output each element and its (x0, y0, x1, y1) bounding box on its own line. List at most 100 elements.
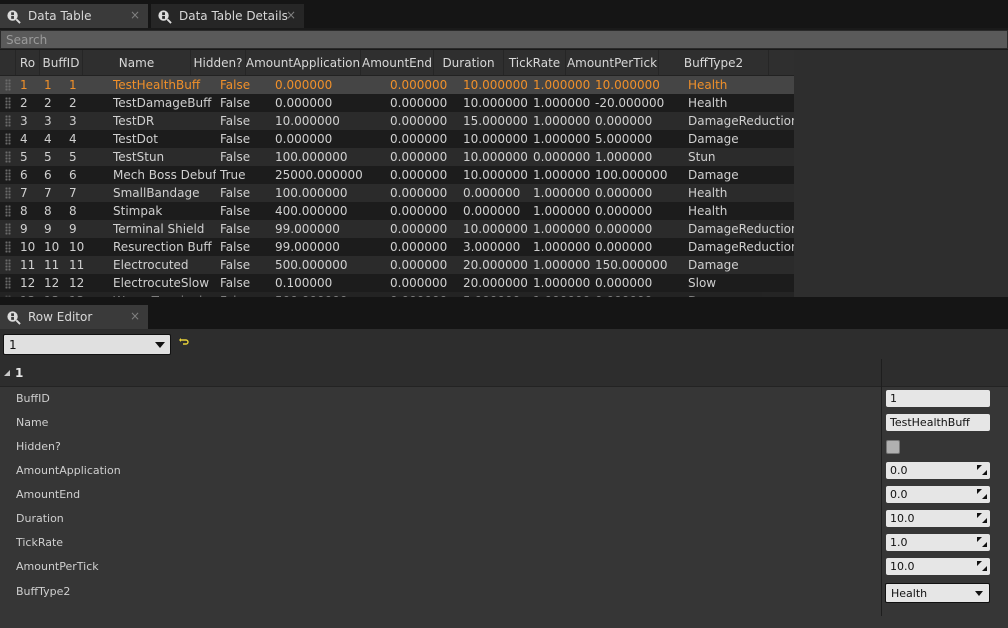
table-cell: 150.000000 (595, 258, 668, 272)
table-cell: 0.000000 (595, 240, 653, 254)
number-field[interactable]: 10.0 (886, 510, 990, 527)
table-row[interactable]: 10 10 10 Resurection Buff False 99.000000 0.00… (0, 238, 794, 256)
row-editor-tab-bar: Row Editor × (0, 297, 1008, 329)
column-header[interactable]: AmountApplication (246, 50, 361, 75)
table-row[interactable]: 4 4 4 TestDot False 0.000000 0.000000 10.000000… (0, 130, 794, 148)
spin-arrows-icon[interactable] (977, 465, 987, 475)
table-cell: 2 (69, 96, 77, 110)
table-cell: Slow (688, 276, 717, 290)
tab-data-table[interactable]: Data Table × (0, 4, 148, 28)
row-drag-handle[interactable] (0, 202, 16, 220)
table-cell: 1.000000 (533, 258, 591, 272)
table-cell: False (220, 276, 251, 290)
row-editor-icon (7, 310, 21, 325)
close-icon[interactable]: × (286, 8, 296, 22)
spin-arrows-icon[interactable] (977, 561, 987, 571)
field-value: TestHealthBuff (890, 416, 970, 429)
table-row[interactable]: 3 3 3 TestDR False 10.000000 0.000000 15.000000… (0, 112, 794, 130)
bufftype-dropdown[interactable]: Health (885, 583, 990, 603)
table-row[interactable]: 6 6 6 Mech Boss Debuff True 25000.000000 0.000… (0, 166, 794, 184)
table-cell: 0.000000 (275, 78, 333, 92)
close-icon[interactable]: × (130, 8, 140, 22)
table-cell: 3 (20, 114, 28, 128)
property-label: AmountPerTick (16, 560, 99, 573)
table-cell: False (220, 150, 251, 164)
table-cell: False (220, 204, 251, 218)
table-row[interactable]: 1 1 1 TestHealthBuff False 0.000000 0.000000 10… (0, 76, 794, 94)
table-cell: 4 (20, 132, 28, 146)
chevron-down-icon (155, 342, 165, 348)
spin-arrows-icon[interactable] (977, 537, 987, 547)
table-cell: Terminal Shield (113, 222, 205, 236)
row-drag-handle[interactable] (0, 166, 16, 184)
property-label: BuffType2 (16, 585, 71, 598)
property-row: Name TestHealthBuff (0, 411, 1008, 435)
number-field[interactable]: 1.0 (886, 534, 990, 551)
table-row[interactable]: 7 7 7 SmallBandage False 100.000000 0.000000 0.… (0, 184, 794, 202)
hidden-checkbox[interactable] (886, 440, 900, 454)
table-row[interactable]: 12 12 12 ElectrocuteSlow False 0.100000 0.0000… (0, 274, 794, 292)
column-header[interactable]: AmountPerTick (566, 50, 659, 75)
table-cell: 11 (20, 258, 36, 272)
column-header[interactable]: Ro (16, 50, 40, 75)
column-header[interactable]: Name (83, 50, 191, 75)
row-drag-handle[interactable] (0, 274, 16, 292)
property-row: Duration 10.0 (0, 507, 1008, 531)
bufftype-value: Health (891, 586, 928, 600)
column-header[interactable]: Duration (434, 50, 504, 75)
table-cell: 0.000000 (463, 204, 521, 218)
row-drag-handle[interactable] (0, 94, 16, 112)
row-drag-handle[interactable] (0, 220, 16, 238)
table-row[interactable]: 2 2 2 TestDamageBuff False 0.000000 0.000000 10… (0, 94, 794, 112)
spin-arrows-icon[interactable] (977, 513, 987, 523)
row-drag-handle[interactable] (0, 130, 16, 148)
table-cell: False (220, 258, 251, 272)
column-header[interactable]: TickRate (504, 50, 566, 75)
column-header[interactable]: BuffID (40, 50, 83, 75)
table-cell: 0.000000 (595, 114, 653, 128)
row-drag-handle[interactable] (0, 184, 16, 202)
expand-triangle-icon[interactable] (4, 370, 10, 376)
table-cell: 9 (69, 222, 77, 236)
drag-grip-icon (5, 259, 11, 271)
column-header[interactable]: Hidden? (191, 50, 246, 75)
text-field[interactable]: TestHealthBuff (886, 414, 990, 431)
tab-data-table-details-label: Data Table Details (179, 9, 288, 23)
row-section-header[interactable]: 1 (0, 359, 1008, 387)
table-row[interactable]: 5 5 5 TestStun False 100.000000 0.000000 10.000… (0, 148, 794, 166)
table-row[interactable]: 11 11 11 Electrocuted False 500.000000 0.00000… (0, 256, 794, 274)
row-drag-handle[interactable] (0, 112, 16, 130)
table-cell: 1.000000 (533, 240, 591, 254)
text-field[interactable]: 1 (886, 390, 990, 407)
table-cell: Damage (688, 258, 739, 272)
table-cell: False (220, 96, 251, 110)
drag-grip-icon (5, 133, 11, 145)
property-label: AmountEnd (16, 488, 81, 501)
property-label: AmountApplication (16, 464, 121, 477)
row-drag-handle[interactable] (0, 76, 16, 94)
drag-grip-icon (5, 79, 11, 91)
table-row[interactable]: 9 9 9 Terminal Shield False 99.000000 0.000000… (0, 220, 794, 238)
number-field[interactable]: 10.0 (886, 558, 990, 575)
table-cell: Damage (688, 132, 739, 146)
drag-grip-icon (5, 97, 11, 109)
row-drag-handle[interactable] (0, 148, 16, 166)
row-select-dropdown[interactable]: 1 (3, 334, 171, 355)
table-cell: DamageReduction (688, 240, 794, 254)
table-cell: 2 (20, 96, 28, 110)
reset-icon[interactable] (178, 337, 190, 349)
search-input[interactable] (1, 31, 1007, 48)
spin-arrows-icon[interactable] (977, 489, 987, 499)
row-drag-handle[interactable] (0, 238, 16, 256)
number-field[interactable]: 0.0 (886, 486, 990, 503)
number-field[interactable]: 0.0 (886, 462, 990, 479)
tab-row-editor[interactable]: Row Editor × (0, 305, 148, 329)
table-row[interactable]: 8 8 8 Stimpak False 400.000000 0.000000 0.00000… (0, 202, 794, 220)
close-icon[interactable]: × (130, 309, 140, 323)
table-cell: 0.000000 (390, 240, 448, 254)
row-drag-handle[interactable] (0, 256, 16, 274)
column-header[interactable]: BuffType2 (659, 50, 769, 75)
tab-data-table-details[interactable]: Data Table Details × (151, 4, 304, 28)
column-header[interactable]: AmountEnd (361, 50, 434, 75)
table-cell: 1.000000 (533, 204, 591, 218)
